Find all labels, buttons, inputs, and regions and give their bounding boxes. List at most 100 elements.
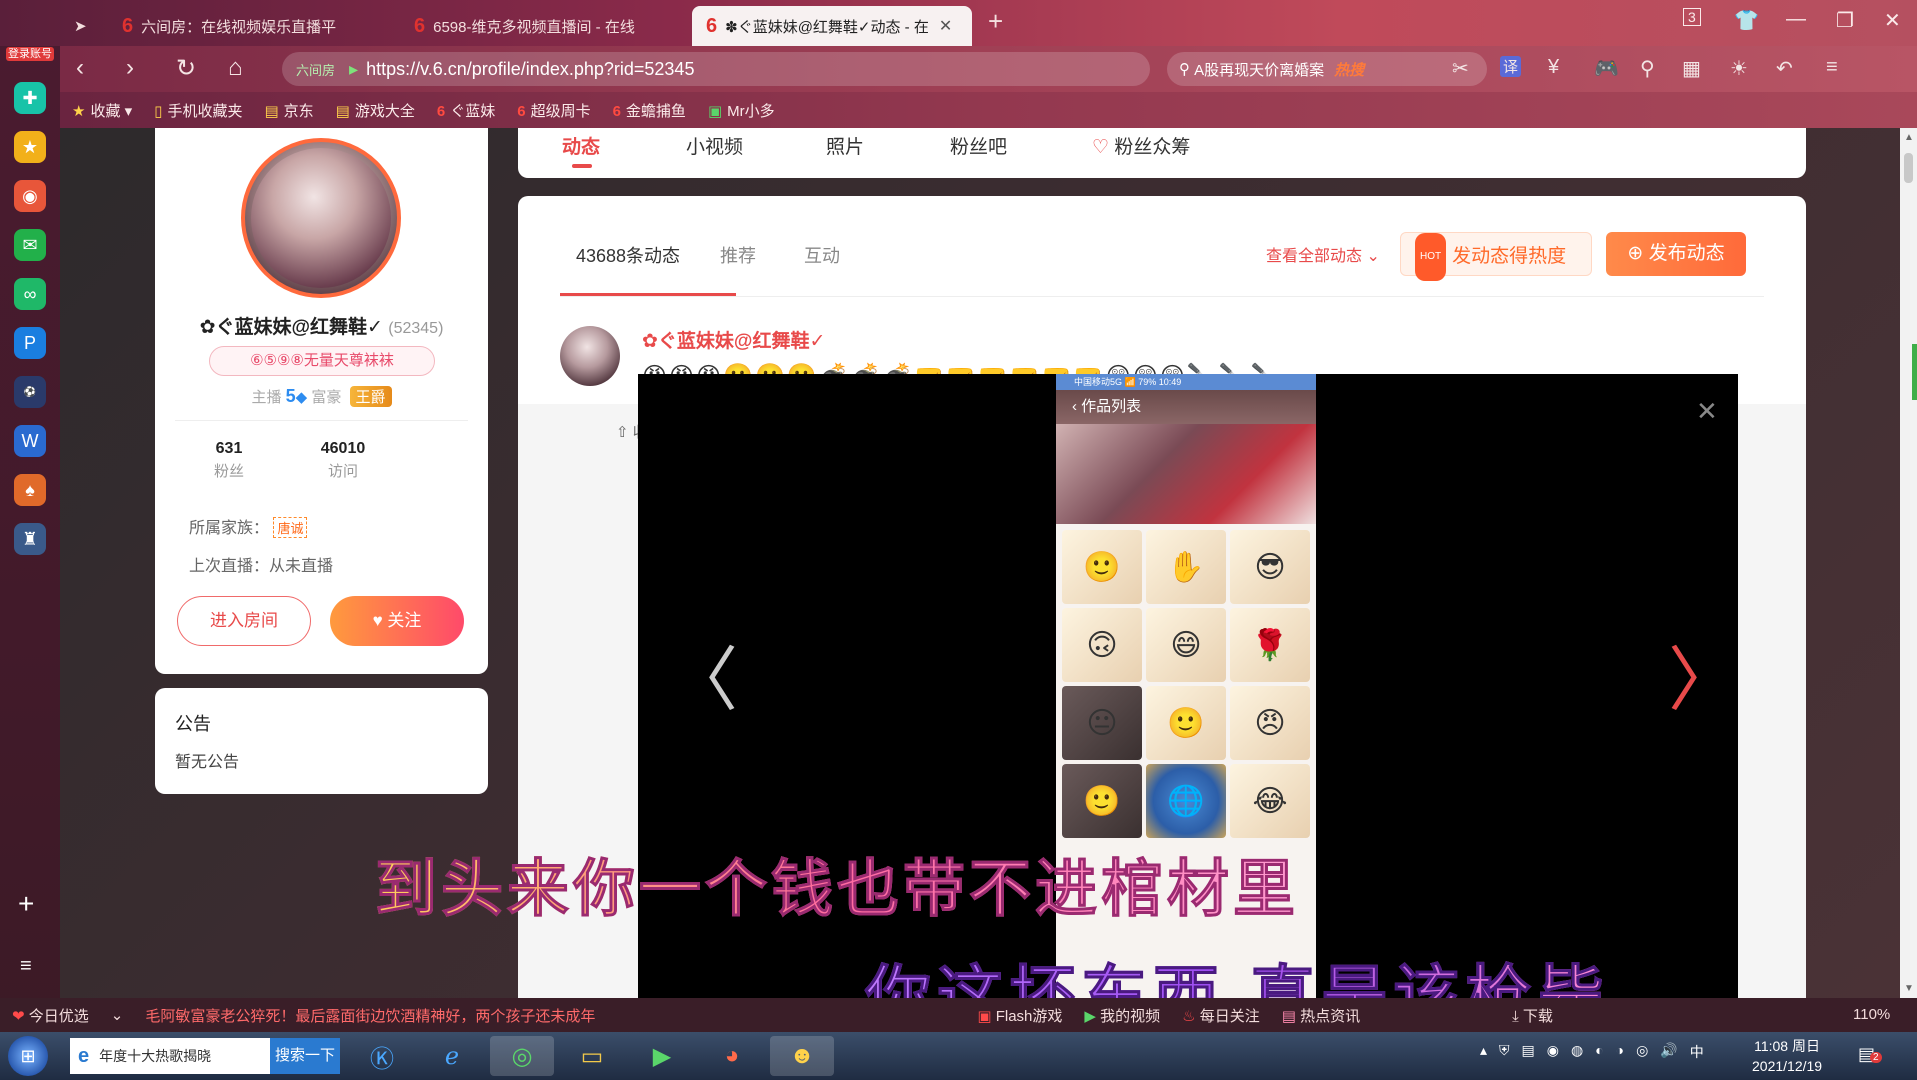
zoom-level[interactable]: 110% xyxy=(1853,1006,1890,1023)
sidebar-add-icon[interactable]: + xyxy=(18,888,34,920)
tab-fanbar[interactable]: 粉丝吧 xyxy=(950,132,1007,159)
tray-doc-icon[interactable]: ▤ xyxy=(1522,1042,1535,1062)
cut-icon[interactable]: ✂ xyxy=(1452,56,1469,81)
refresh-icon[interactable]: ↻ xyxy=(176,54,196,83)
home-icon[interactable]: ⌂ xyxy=(228,54,243,82)
search-input[interactable]: ⚲ A股再现天价离婚案 热搜 xyxy=(1167,52,1487,86)
enter-room-button[interactable]: 进入房间 xyxy=(177,596,311,646)
translate-icon[interactable]: 译 xyxy=(1500,56,1522,77)
download-link[interactable]: ⤓ 下载 xyxy=(1512,1005,1553,1026)
post-for-heat-button[interactable]: HOT 发动态得热度 xyxy=(1400,232,1592,281)
tray-app-icon[interactable]: ◉ xyxy=(1547,1042,1559,1062)
fans-stat[interactable]: 631 粉丝 xyxy=(179,440,279,481)
coin-icon[interactable]: ¥ xyxy=(1548,56,1559,79)
folder-app-icon[interactable]: ▭ xyxy=(560,1036,624,1076)
sidebar-plus-app-icon[interactable]: ✚ xyxy=(14,82,46,114)
sidebar-mail-icon[interactable]: ✉ xyxy=(14,229,46,261)
prev-image-icon[interactable]: 〈 xyxy=(668,624,738,725)
navigation-arrow-icon[interactable]: ➤ xyxy=(60,6,100,46)
chevron-down-icon[interactable]: ⌄ xyxy=(111,1006,124,1024)
notification-icon[interactable]: ▤ 2 xyxy=(1858,1044,1882,1065)
tab-liujianfang[interactable]: 6 六间房：在线视频娱乐直播平 xyxy=(108,6,398,46)
page-scrollbar[interactable]: ▲ ▼ xyxy=(1900,128,1917,998)
flash-games-link[interactable]: ▣ Flash游戏 xyxy=(977,1005,1062,1026)
sidebar-link-icon[interactable]: ∞ xyxy=(14,278,46,310)
color-app-icon[interactable]: ◕ xyxy=(700,1036,764,1076)
tab-count-icon[interactable]: 3 xyxy=(1683,8,1701,26)
news-ticker[interactable]: 毛阿敏富豪老公猝死！最后露面街边饮酒精神好，两个孩子还未成年 xyxy=(145,1005,595,1026)
sidebar-game3-icon[interactable]: ♜ xyxy=(14,523,46,555)
qq-icon[interactable]: ◍ xyxy=(1571,1042,1583,1062)
forward-icon[interactable]: › xyxy=(126,54,134,82)
post-author-avatar[interactable] xyxy=(560,326,620,386)
tab-photos[interactable]: 照片 xyxy=(826,132,864,159)
apps-grid-icon[interactable]: ▦ xyxy=(1682,56,1701,81)
sidebar-p-app-icon[interactable]: P xyxy=(14,327,46,359)
ie-browser-app-icon[interactable]: ℯ xyxy=(420,1036,484,1076)
tray-app3-icon[interactable]: ◑ xyxy=(1616,1042,1624,1062)
tray-app2-icon[interactable]: ◐ xyxy=(1595,1042,1603,1062)
sidebar-word-icon[interactable]: W xyxy=(14,425,46,457)
tab-all-posts[interactable]: 43688条动态 xyxy=(576,242,680,268)
brightness-icon[interactable]: ☀ xyxy=(1730,56,1748,81)
scroll-thumb[interactable] xyxy=(1904,153,1913,183)
today-pick[interactable]: ❤ 今日优选 xyxy=(12,1005,89,1026)
bookmark-item[interactable]: ▤ 游戏大全 xyxy=(336,100,415,121)
bookmark-item[interactable]: 6 ぐ蓝妹 xyxy=(437,100,495,121)
ime-icon[interactable]: 中 xyxy=(1690,1042,1704,1062)
my-videos-link[interactable]: ▶ 我的视频 xyxy=(1084,1005,1160,1026)
tab-dongtai[interactable]: 动态 xyxy=(562,132,600,168)
scroll-down-icon[interactable]: ▼ xyxy=(1904,983,1914,994)
hot-news-link[interactable]: ▤ 热点资讯 xyxy=(1282,1005,1360,1026)
sidebar-game2-icon[interactable]: ♠ xyxy=(14,474,46,506)
view-all-dropdown[interactable]: 查看全部动态 ⌄ xyxy=(1266,242,1380,266)
taskbar-search-input[interactable]: e 年度十大热歌揭晓 xyxy=(70,1038,270,1074)
bookmark-item[interactable]: ▯ 手机收藏夹 xyxy=(154,100,242,121)
family-tag[interactable]: 唐诚 xyxy=(273,517,308,538)
game-app-icon[interactable]: ☻ xyxy=(770,1036,834,1076)
bookmark-item[interactable]: 6 超级周卡 xyxy=(517,100,590,121)
undo-icon[interactable]: ↶ xyxy=(1776,56,1793,81)
tab-crowdfund[interactable]: ♡ 粉丝众筹 xyxy=(1092,132,1190,159)
sidebar-weibo-icon[interactable]: ◉ xyxy=(14,180,46,212)
player-app-icon[interactable]: ▶ xyxy=(630,1036,694,1076)
scroll-up-icon[interactable]: ▲ xyxy=(1904,132,1914,143)
close-tab-icon[interactable]: ✕ xyxy=(939,16,952,36)
tab-interact[interactable]: 互动 xyxy=(804,242,840,268)
menu-icon[interactable]: ≡ xyxy=(1826,56,1838,79)
tray-network-icon[interactable]: ◎ xyxy=(1636,1042,1648,1062)
shield-icon[interactable]: ⛨ xyxy=(1499,1042,1510,1062)
sidebar-game-icon[interactable]: ⚽ xyxy=(14,376,46,408)
back-icon[interactable]: ‹ xyxy=(76,54,84,82)
publish-post-button[interactable]: ⊕ 发布动态 xyxy=(1606,232,1746,276)
restore-icon[interactable]: ❐ xyxy=(1836,8,1854,33)
bookmark-item[interactable]: 6 金蟾捕鱼 xyxy=(613,100,686,121)
new-tab-icon[interactable]: + xyxy=(988,6,1003,37)
tab-recommend[interactable]: 推荐 xyxy=(720,242,756,268)
minimize-icon[interactable]: — xyxy=(1786,8,1806,31)
clock[interactable]: 11:08 周日 2021/12/19 xyxy=(1752,1036,1822,1076)
daily-follow-link[interactable]: ♨ 每日关注 xyxy=(1182,1005,1260,1026)
kugou-app-icon[interactable]: Ⓚ xyxy=(350,1036,414,1076)
sidebar-menu-icon[interactable]: ≡ xyxy=(20,955,32,978)
follow-button[interactable]: ♥ 关注 xyxy=(330,596,464,646)
url-input[interactable]: 六间房 ▸ https://v.6.cn/profile/index.php?r… xyxy=(282,52,1150,86)
close-viewer-icon[interactable]: ✕ xyxy=(1696,396,1718,427)
gamepad-icon[interactable]: 🎮 xyxy=(1594,56,1619,81)
zoom-search-icon[interactable]: ⚲ xyxy=(1640,56,1655,81)
sidebar-favorites-icon[interactable]: ★ xyxy=(14,131,46,163)
tab-weikeduo[interactable]: 6 6598-维克多视频直播间 - 在线 xyxy=(400,6,690,46)
green-browser-app-icon[interactable]: ◎ xyxy=(490,1036,554,1076)
profile-avatar[interactable] xyxy=(241,138,401,298)
start-button[interactable]: ⊞ xyxy=(8,1036,48,1076)
shirt-skin-icon[interactable]: 👕 xyxy=(1734,8,1759,33)
post-author-name[interactable]: ✿ぐ蓝妹妹@红舞鞋✓ xyxy=(642,326,825,353)
close-window-icon[interactable]: ✕ xyxy=(1884,8,1901,33)
volume-icon[interactable]: 🔊 xyxy=(1660,1042,1677,1062)
bookmark-item[interactable]: ★ 收藏 ▾ xyxy=(72,100,132,121)
taskbar-search-button[interactable]: 搜索一下 xyxy=(270,1038,340,1074)
bookmark-item[interactable]: ▣ Mr小多 xyxy=(708,100,775,121)
tab-profile-active[interactable]: 6 ✽ぐ蓝妹妹@红舞鞋✓动态 - 在 ✕ xyxy=(692,6,972,46)
tab-videos[interactable]: 小视频 xyxy=(686,132,743,159)
next-image-icon[interactable]: 〉 xyxy=(1668,624,1738,725)
